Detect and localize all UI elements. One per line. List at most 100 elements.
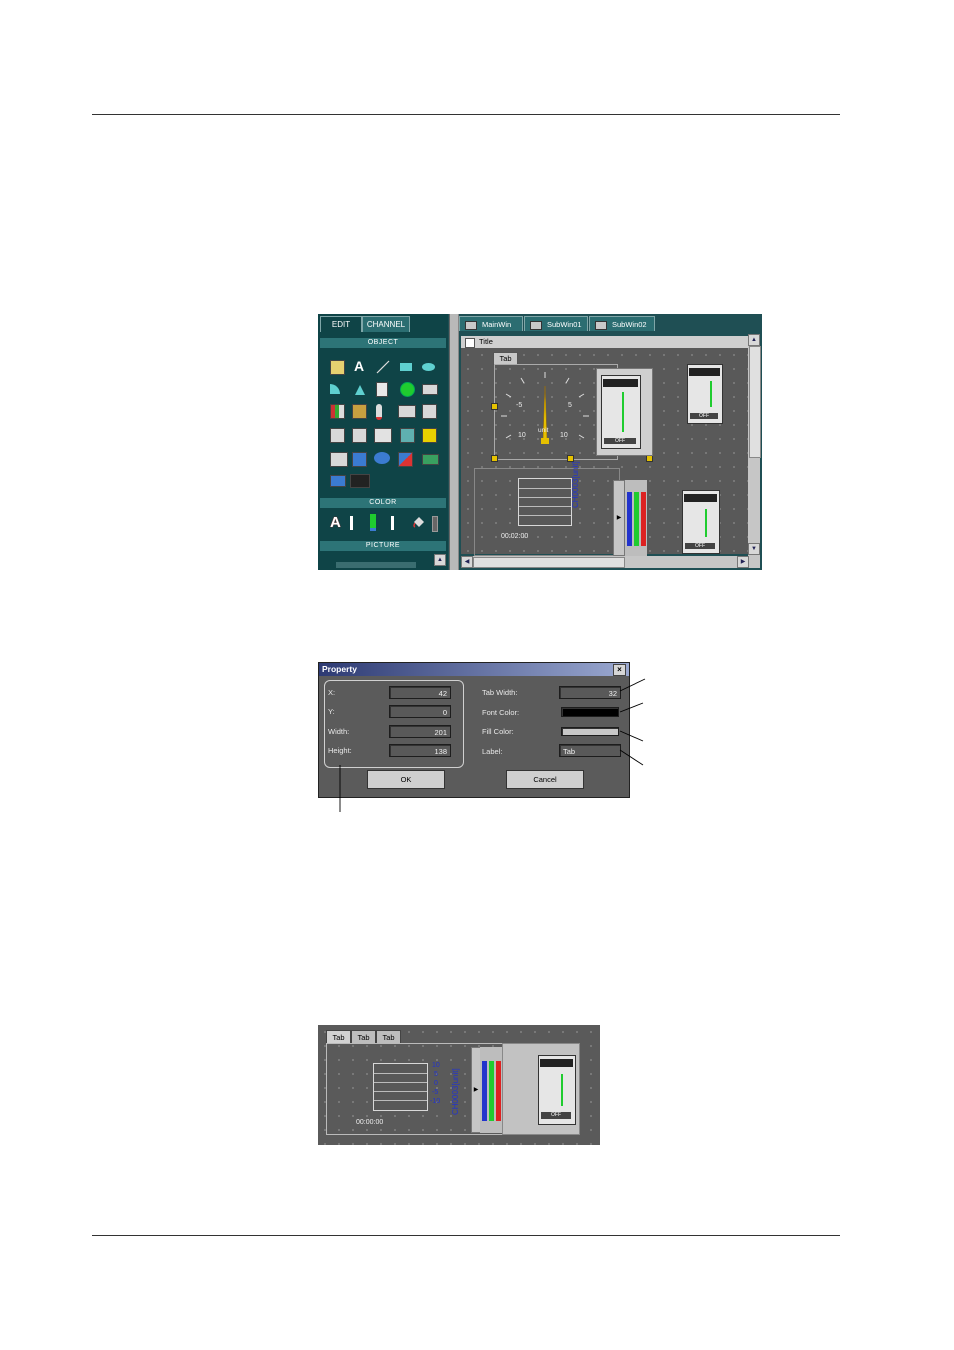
line-tool-icon[interactable]	[376, 360, 390, 374]
table-tool-icon[interactable]	[330, 452, 348, 467]
level-bar	[705, 509, 707, 537]
font-color-icon[interactable]: A	[330, 514, 343, 531]
resize-handle[interactable]	[646, 455, 653, 462]
panel-tool-icon[interactable]	[422, 454, 439, 465]
level-meter[interactable]: OFF	[601, 375, 641, 449]
x-field[interactable]: 42	[389, 686, 451, 699]
thermometer-tool-icon[interactable]	[376, 404, 382, 420]
off-button[interactable]: OFF	[604, 438, 636, 444]
horizontal-scrollbar[interactable]: ◀ ▶	[461, 556, 760, 568]
scroll-thumb[interactable]	[473, 557, 625, 568]
off-button[interactable]: OFF	[541, 1112, 571, 1119]
scroll-left-icon[interactable]: ◀	[461, 556, 473, 568]
paint-bucket-icon[interactable]	[412, 514, 424, 528]
numeric-tool-icon[interactable]	[422, 384, 438, 395]
window-icon	[465, 321, 477, 330]
tab-3[interactable]: Tab	[376, 1030, 401, 1044]
tab-1[interactable]: Tab	[326, 1030, 351, 1044]
round-meter[interactable]: -5 5 10 10 unit	[494, 366, 596, 458]
label-label: Label:	[482, 747, 503, 756]
tab-channel[interactable]: CHANNEL	[362, 316, 410, 332]
level-meter[interactable]: OFF	[538, 1055, 576, 1125]
toggle-tool-icon[interactable]	[398, 452, 413, 467]
gauge-tool-icon[interactable]	[400, 428, 415, 443]
picture-scroll-up[interactable]: ▲	[434, 554, 446, 566]
label-field[interactable]: Tab	[559, 744, 621, 757]
tab-width-field[interactable]: 32	[559, 686, 621, 699]
level-tool-icon[interactable]	[422, 404, 437, 419]
trend-tool-icon[interactable]	[374, 428, 392, 443]
off-button[interactable]: OFF	[690, 413, 718, 419]
polygon-tool-icon[interactable]	[354, 384, 367, 397]
bar-graph[interactable]	[480, 1047, 502, 1133]
fill-color-swatch	[432, 516, 438, 532]
tool-panel: EDIT CHANNEL OBJECT A COLOR A PICTURE ▲	[318, 314, 448, 570]
bar-graph-tool-icon[interactable]	[330, 404, 345, 419]
line-color-icon[interactable]	[370, 514, 376, 531]
digital-display-tool-icon[interactable]	[398, 405, 416, 418]
scroll-thumb[interactable]	[749, 346, 761, 458]
off-button[interactable]: OFF	[685, 543, 715, 549]
rectangle-tool-icon[interactable]	[400, 363, 412, 371]
tab-subwin01[interactable]: SubWin01	[524, 316, 588, 331]
height-field[interactable]: 138	[389, 744, 451, 757]
arc-tool-icon[interactable]	[330, 384, 340, 394]
panel-splitter[interactable]	[449, 314, 459, 570]
tab-mainwin[interactable]: MainWin	[459, 316, 523, 331]
scale-label: -10	[430, 1098, 441, 1105]
ellipse-tool-icon[interactable]	[422, 363, 435, 371]
bar-graph[interactable]	[625, 480, 647, 556]
tab-subwin02[interactable]: SubWin02	[589, 316, 655, 331]
section-color: COLOR	[320, 498, 446, 508]
vertical-scrollbar[interactable]: ▲ ▼	[748, 334, 761, 556]
font-color-field[interactable]	[561, 707, 619, 717]
ok-button[interactable]: OK	[367, 770, 445, 789]
tab-tool-icon[interactable]	[330, 475, 346, 487]
level-meter-2[interactable]: OFF	[687, 364, 723, 424]
level-meter-3[interactable]: OFF	[682, 490, 720, 554]
trend-graph[interactable]	[518, 478, 572, 526]
close-icon[interactable]: ×	[613, 664, 626, 676]
dial-tool-icon[interactable]	[352, 428, 367, 443]
line-color-swatch	[391, 516, 394, 530]
level-panel[interactable]: OFF	[596, 368, 653, 456]
fill-color-field[interactable]	[561, 727, 619, 736]
scroll-arrow-icon[interactable]: ▶	[613, 480, 625, 556]
select-tool-icon[interactable]	[330, 360, 345, 375]
trend-channel-label: CH0003[unit]	[451, 1068, 460, 1115]
alarm-tool-icon[interactable]	[422, 428, 437, 443]
lamp-tool-icon[interactable]	[400, 382, 415, 397]
footer-rule	[92, 1235, 840, 1236]
switch-tool-icon[interactable]	[376, 382, 388, 397]
tab-preview: Tab Tab Tab 10 5 0 -5 -10 CH0003[unit] 0…	[318, 1025, 600, 1145]
picture-strip	[336, 562, 416, 568]
tab-2[interactable]: Tab	[351, 1030, 376, 1044]
led-row	[540, 1059, 573, 1067]
trend-graph[interactable]	[373, 1063, 428, 1111]
y-field[interactable]: 0	[389, 705, 451, 718]
slider-tool-icon[interactable]	[330, 428, 345, 443]
height-label: Height:	[328, 746, 352, 755]
tab-edit[interactable]: EDIT	[320, 316, 362, 332]
level-bar	[561, 1074, 563, 1106]
level-bar	[622, 392, 624, 432]
meter-dial	[501, 372, 589, 444]
scale-label: 10	[432, 1062, 440, 1069]
design-canvas[interactable]: Tab -5 5 10 10 unit OFF OFF OFF CH0003[u…	[461, 348, 748, 556]
waveform-tool-icon[interactable]	[350, 474, 370, 488]
bar-green	[634, 492, 639, 546]
dialog-titlebar: Property ×	[319, 663, 629, 676]
meter-tool-icon[interactable]	[352, 404, 367, 419]
width-label: Width:	[328, 727, 350, 736]
led-row	[684, 494, 717, 502]
scroll-right-icon[interactable]: ▶	[737, 556, 749, 568]
scroll-down-icon[interactable]: ▼	[748, 543, 760, 555]
round-button-tool-icon[interactable]	[374, 452, 390, 464]
y-label: Y:	[328, 707, 335, 716]
width-field[interactable]: 201	[389, 725, 451, 738]
header-rule	[92, 114, 840, 115]
cancel-button[interactable]: Cancel	[506, 770, 584, 789]
scroll-up-icon[interactable]: ▲	[748, 334, 760, 346]
text-tool-icon[interactable]: A	[354, 358, 367, 374]
picture-tool-icon[interactable]	[352, 452, 367, 467]
